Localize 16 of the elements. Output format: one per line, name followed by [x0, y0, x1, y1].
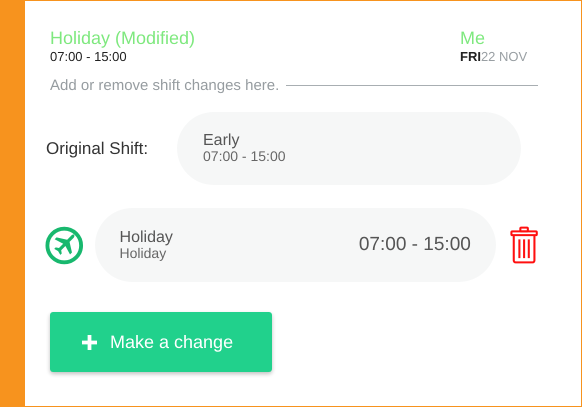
- shift-title: Holiday (Modified): [50, 27, 196, 49]
- plus-icon: [82, 334, 97, 350]
- airplane-icon: [45, 224, 84, 266]
- hint-text: Add or remove shift changes here.: [50, 77, 280, 94]
- shift-time: 07:00 - 15:00: [50, 49, 128, 65]
- date-label: 22 NOV: [480, 49, 528, 64]
- delete-icon[interactable]: [510, 225, 538, 265]
- change-name: Holiday: [120, 229, 173, 246]
- original-shift-name: Early: [203, 132, 240, 149]
- original-shift-time: 07:00 - 15:00: [203, 149, 287, 164]
- shift-change-card[interactable]: Holiday Holiday 07:00 - 15:00: [94, 208, 496, 282]
- original-shift-label: Original Shift:: [46, 138, 150, 158]
- day-label: FRI: [460, 49, 481, 64]
- person-name: Me: [460, 27, 486, 49]
- change-type: Holiday: [120, 246, 166, 261]
- change-time: 07:00 - 15:00: [358, 234, 471, 256]
